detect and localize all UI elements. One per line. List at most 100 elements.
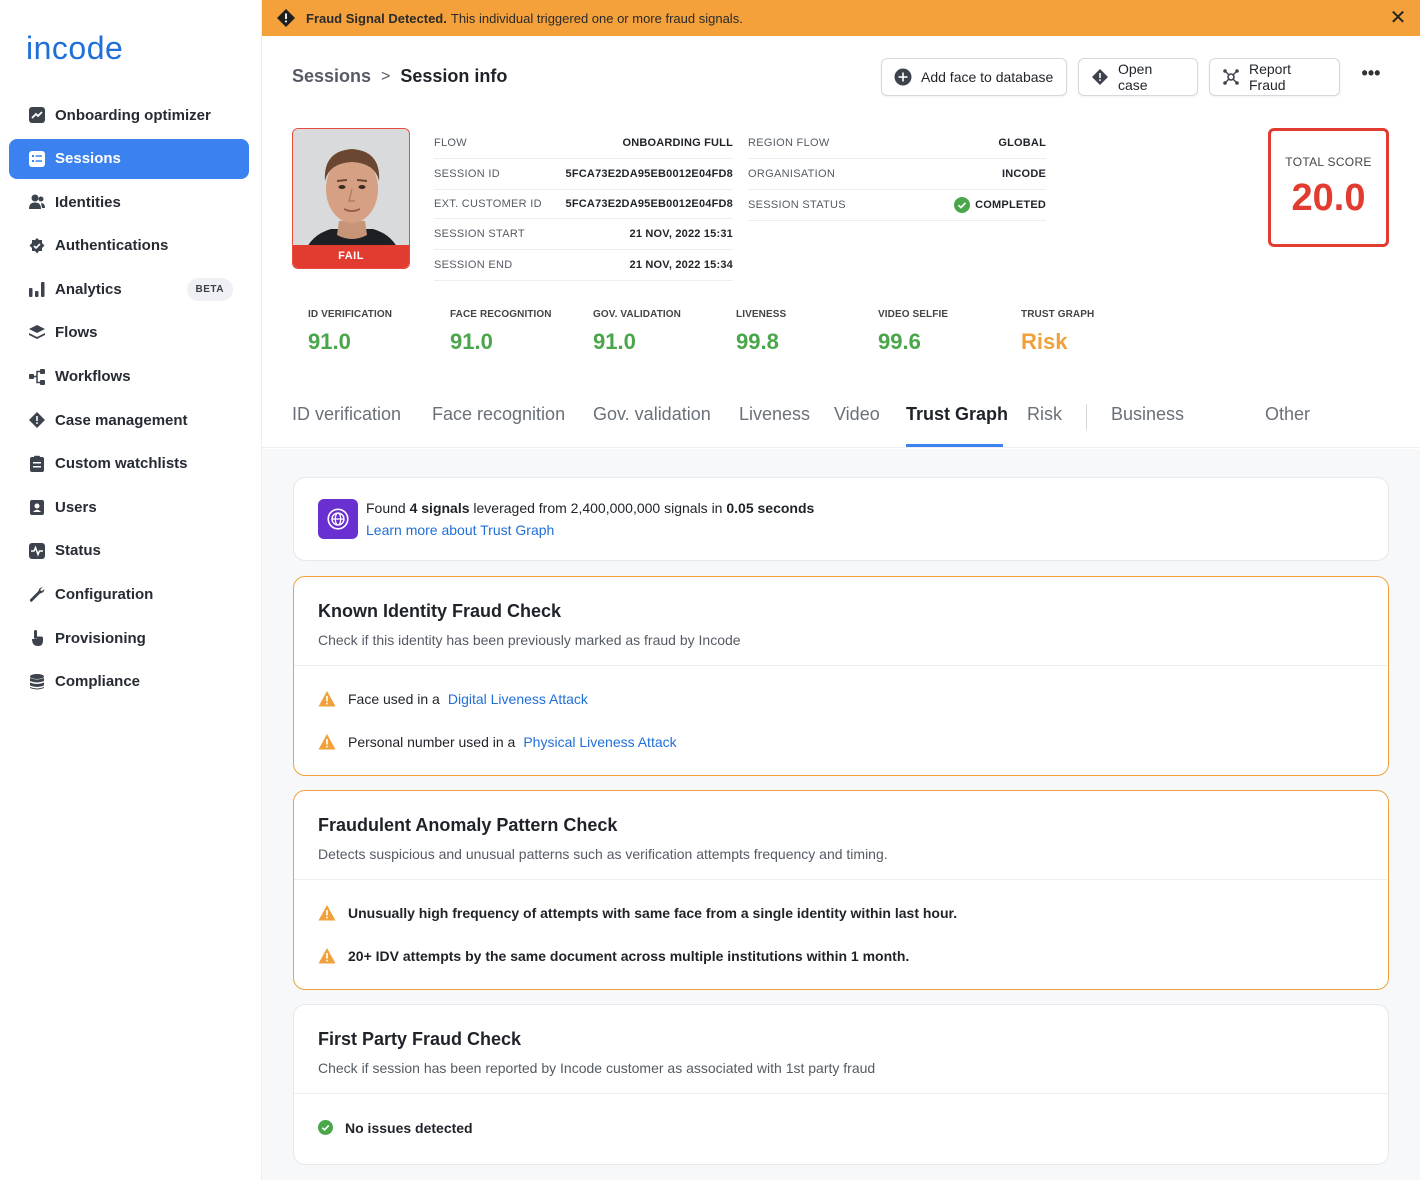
info-value: GLOBAL	[998, 137, 1046, 149]
banner-message: This individual triggered one or more fr…	[450, 10, 743, 26]
sidebar-item-label: Users	[55, 498, 97, 516]
card-subtitle: Check if session has been reported by In…	[318, 1060, 876, 1076]
pulse-icon	[27, 541, 47, 561]
tab-id-verification[interactable]: ID verification	[292, 404, 401, 425]
open-case-button[interactable]: Open case	[1078, 58, 1198, 96]
signal-item: Unusually high frequency of attempts wit…	[294, 891, 1388, 934]
hand-pointer-icon	[27, 628, 47, 648]
sidebar-item-label: Provisioning	[55, 629, 146, 647]
tab-trust-graph[interactable]: Trust Graph	[906, 404, 1008, 425]
trust-graph-panel: Found 4 signals leveraged from 2,400,000…	[262, 449, 1420, 1180]
score-label: TRUST GRAPH	[1021, 309, 1095, 320]
info-key: SESSION END	[434, 259, 513, 271]
signals-summary-card: Found 4 signals leveraged from 2,400,000…	[293, 477, 1389, 561]
incode-logo[interactable]: incode	[26, 30, 123, 67]
sidebar-item-label: Sessions	[55, 150, 121, 168]
report-fraud-button[interactable]: Report Fraud	[1209, 58, 1340, 96]
selfie-photo[interactable]: FAIL	[292, 128, 410, 269]
info-value[interactable]: 5FCA73E2DA95EB0012E04FD8	[566, 198, 733, 210]
tab-liveness[interactable]: Liveness	[739, 404, 810, 425]
info-row-session-start: SESSION START 21 NOV, 2022 15:31	[434, 219, 733, 250]
sidebar-item-label: Compliance	[55, 673, 141, 691]
tab-divider	[1086, 404, 1087, 430]
users-icon	[27, 192, 47, 212]
page-title: Session info	[400, 66, 508, 86]
digital-liveness-attack-link[interactable]: Digital Liveness Attack	[448, 691, 588, 707]
sidebar-item-flows[interactable]: Flows	[9, 313, 249, 353]
tab-other[interactable]: Other	[1265, 404, 1310, 425]
open-case-label: Open case	[1118, 61, 1153, 93]
card-header: Fraudulent Anomaly Pattern Check Detects…	[294, 791, 1388, 880]
physical-liveness-attack-link[interactable]: Physical Liveness Attack	[523, 734, 676, 750]
sidebar-item-analytics[interactable]: Analytics BETA	[9, 269, 249, 309]
no-issues-text: No issues detected	[345, 1119, 473, 1136]
score-trust-graph: TRUST GRAPH Risk	[1021, 309, 1094, 355]
more-options-icon[interactable]: •••	[1358, 64, 1384, 90]
status-text: COMPLETED	[975, 199, 1046, 211]
sidebar-item-workflows[interactable]: Workflows	[9, 357, 249, 397]
info-key: SESSION STATUS	[748, 199, 846, 211]
id-badge-icon	[27, 497, 47, 517]
tab-risk[interactable]: Risk	[1027, 404, 1062, 425]
learn-more-link[interactable]: Learn more about Trust Graph	[366, 519, 814, 541]
score-gov-validation: GOV. VALIDATION 91.0	[593, 309, 681, 355]
info-value[interactable]: 5FCA73E2DA95EB0012E04FD8	[566, 168, 733, 180]
sidebar-item-label: Identities	[55, 193, 121, 211]
score-value: 91.0	[450, 329, 493, 354]
score-label: FACE RECOGNITION	[450, 309, 552, 320]
tab-face-recognition[interactable]: Face recognition	[432, 404, 565, 425]
session-info-left: FLOW ONBOARDING FULL SESSION ID 5FCA73E2DA…	[434, 128, 733, 281]
sidebar-item-compliance[interactable]: Compliance	[9, 662, 249, 702]
score-label: VIDEO SELFIE	[878, 309, 949, 320]
score-label: LIVENESS	[736, 309, 787, 320]
fraud-alert-banner: Fraud Signal Detected. This individual t…	[262, 0, 1420, 36]
info-key: FLOW	[434, 137, 467, 149]
sidebar-item-label: Workflows	[55, 368, 131, 386]
sidebar-item-status[interactable]: Status	[9, 531, 249, 571]
signal-text: Face used in a	[348, 690, 440, 707]
sidebar-item-users[interactable]: Users	[9, 487, 249, 527]
clipboard-list-icon	[27, 454, 47, 474]
score-liveness: LIVENESS 99.8	[736, 309, 786, 355]
info-value: ONBOARDING FULL	[622, 137, 733, 149]
add-face-to-database-button[interactable]: Add face to database	[881, 58, 1067, 96]
card-header: First Party Fraud Check Check if session…	[294, 1005, 1388, 1094]
total-score-value: 20.0	[1291, 177, 1366, 219]
card-subtitle: Detects suspicious and unusual patterns …	[318, 846, 888, 862]
sidebar-item-label: Status	[55, 542, 101, 560]
fraud-network-icon	[1222, 68, 1240, 86]
signal-text: 20+ IDV attempts by the same document ac…	[348, 947, 910, 964]
active-tab-indicator	[906, 444, 1003, 447]
info-row-session-status: SESSION STATUS COMPLETED	[748, 190, 1046, 221]
score-id-verification: ID VERIFICATION 91.0	[308, 309, 392, 355]
tab-gov-validation[interactable]: Gov. validation	[593, 404, 711, 425]
warning-triangle-icon	[318, 690, 336, 706]
sidebar-item-onboarding-optimizer[interactable]: Onboarding optimizer	[9, 95, 249, 135]
signal-item: 20+ IDV attempts by the same document ac…	[294, 934, 1388, 977]
score-value: 99.8	[736, 329, 779, 354]
sidebar-item-custom-watchlists[interactable]: Custom watchlists	[9, 444, 249, 484]
score-video-selfie: VIDEO SELFIE 99.6	[878, 309, 948, 355]
wrench-icon	[27, 585, 47, 605]
layers-icon	[27, 323, 47, 343]
sidebar-item-authentications[interactable]: Authentications	[9, 226, 249, 266]
score-value: 99.6	[878, 329, 921, 354]
alert-octagon-icon	[27, 410, 47, 430]
sidebar-item-sessions[interactable]: Sessions	[9, 138, 249, 179]
add-face-label: Add face to database	[921, 69, 1054, 85]
breadcrumb-sessions-link[interactable]: Sessions	[292, 66, 371, 87]
score-label: GOV. VALIDATION	[593, 309, 681, 320]
info-key: REGION FLOW	[748, 137, 830, 149]
sidebar-item-provisioning[interactable]: Provisioning	[9, 618, 249, 658]
close-icon[interactable]: ✕	[1388, 8, 1408, 28]
found-prefix: Found	[366, 500, 406, 516]
sidebar-item-identities[interactable]: Identities	[9, 182, 249, 222]
tab-video[interactable]: Video	[834, 404, 880, 425]
database-icon	[27, 672, 47, 692]
signal-item: Personal number used in a Physical Liven…	[294, 720, 1388, 763]
info-row-ext-customer-id: EXT. CUSTOMER ID 5FCA73E2DA95EB0012E04FD8	[434, 190, 733, 219]
sidebar-item-label: Flows	[55, 324, 98, 342]
tab-business[interactable]: Business	[1111, 404, 1184, 425]
sidebar-item-case-management[interactable]: Case management	[9, 400, 249, 440]
sidebar-item-configuration[interactable]: Configuration	[9, 575, 249, 615]
